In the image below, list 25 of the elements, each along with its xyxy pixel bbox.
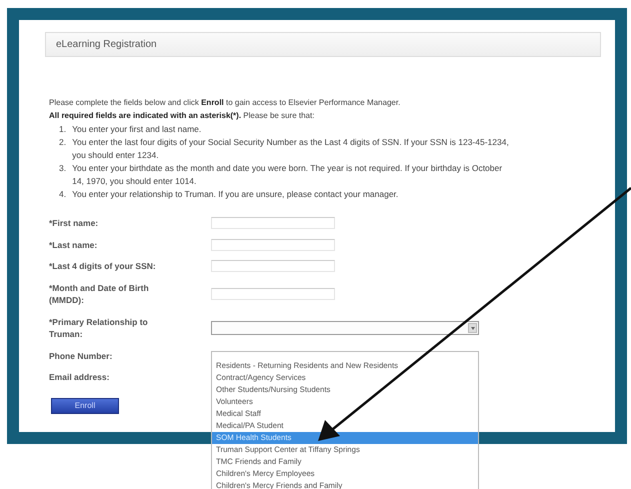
instruction-text: Please complete the fields below and click Enroll to gain access to Elsevier Performance Manager. xyxy=(49,97,402,109)
field-label: *First name: xyxy=(49,217,100,230)
enroll-button[interactable]: Enroll xyxy=(51,398,119,414)
instruction-text: You enter your first and last name. xyxy=(72,123,202,136)
page-heading: eLearning Registration xyxy=(45,32,601,57)
dropdown-field[interactable] xyxy=(211,321,479,335)
field-label: *Last name: xyxy=(49,238,98,251)
input-field[interactable] xyxy=(211,288,335,300)
field-label: *Last 4 digits of your SSN: xyxy=(49,260,157,272)
field-label: Phone Number: xyxy=(49,350,114,362)
field-label: *Primary Relationship to Truman: xyxy=(49,316,149,340)
list-number: 2. xyxy=(59,136,66,149)
input-field[interactable] xyxy=(211,217,335,230)
field-label: Email address: xyxy=(49,371,110,384)
input-field[interactable] xyxy=(211,260,335,272)
instruction-text: You enter the last four digits of your Social Security Number as the Last 4 digits of SSN. If your SSN is 123-45-1234, you should enter 1234. xyxy=(72,136,510,162)
caret-icon[interactable] xyxy=(468,323,477,333)
instruction-text: All required fields are indicated with an asterisk(*). Please be sure that: xyxy=(49,110,316,122)
field-label: *Month and Date of Birth (MMDD): xyxy=(49,282,150,306)
list-number: 3. xyxy=(59,162,66,175)
instruction-text: You enter your birthdate as the month and date you were born. The year is not required. If your birthday is October 14, 1970, you should enter 1014. xyxy=(72,162,504,188)
list-number: 4. xyxy=(59,188,66,201)
instruction-text: You enter your relationship to Truman. If you are unsure, please contact your manager. xyxy=(72,188,398,201)
input-field[interactable] xyxy=(211,238,335,251)
list-number: 1. xyxy=(59,123,66,136)
